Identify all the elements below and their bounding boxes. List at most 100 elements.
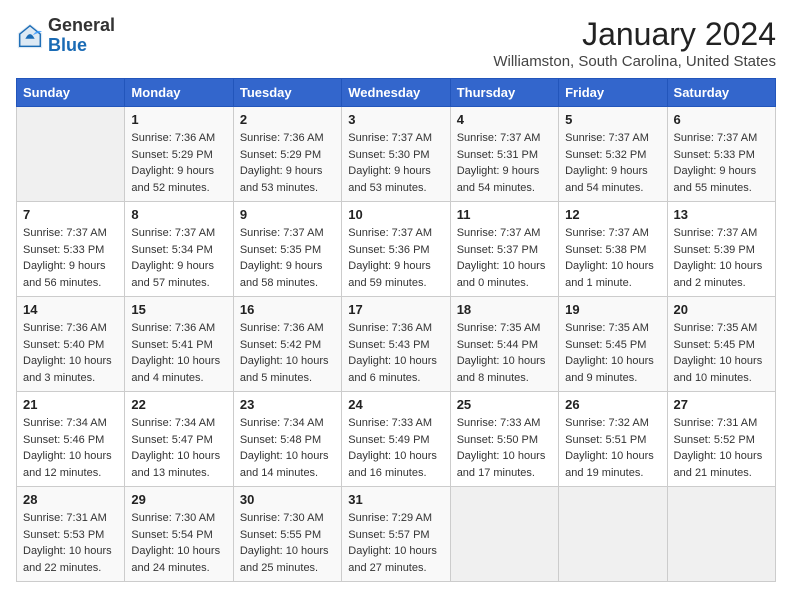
day-cell-0-0 [17, 107, 125, 202]
day-info: Sunrise: 7:35 AMSunset: 5:44 PMDaylight:… [457, 320, 552, 386]
day-info: Sunrise: 7:31 AMSunset: 5:53 PMDaylight:… [23, 510, 118, 576]
week-row-4: 21 Sunrise: 7:34 AMSunset: 5:46 PMDayligh… [17, 392, 776, 487]
logo-blue-text: Blue [48, 35, 87, 55]
header-friday: Friday [559, 79, 667, 107]
day-number: 14 [23, 302, 118, 317]
week-row-5: 28 Sunrise: 7:31 AMSunset: 5:53 PMDayligh… [17, 487, 776, 582]
month-year: January 2024 [493, 16, 776, 53]
calendar-header: Sunday Monday Tuesday Wednesday Thursday… [17, 79, 776, 107]
day-cell-2-6: 20 Sunrise: 7:35 AMSunset: 5:45 PMDayligh… [667, 297, 775, 392]
day-info: Sunrise: 7:29 AMSunset: 5:57 PMDaylight:… [348, 510, 443, 576]
logo-text: General Blue [48, 16, 115, 56]
day-cell-0-2: 2 Sunrise: 7:36 AMSunset: 5:29 PMDaylight… [233, 107, 341, 202]
day-info: Sunrise: 7:36 AMSunset: 5:42 PMDaylight:… [240, 320, 335, 386]
day-number: 27 [674, 397, 769, 412]
day-info: Sunrise: 7:37 AMSunset: 5:33 PMDaylight:… [23, 225, 118, 291]
day-info: Sunrise: 7:36 AMSunset: 5:29 PMDaylight:… [240, 130, 335, 196]
header-sunday: Sunday [17, 79, 125, 107]
day-cell-2-5: 19Sunrise: 7:35 AMSunset: 5:45 PMDayligh… [559, 297, 667, 392]
day-cell-1-3: 10Sunrise: 7:37 AMSunset: 5:36 PMDayligh… [342, 202, 450, 297]
day-cell-3-4: 25 Sunrise: 7:33 AMSunset: 5:50 PMDayligh… [450, 392, 558, 487]
location: Williamston, South Carolina, United Stat… [493, 53, 776, 70]
day-number: 5 [565, 112, 660, 127]
day-number: 13 [674, 207, 769, 222]
day-cell-1-4: 11Sunrise: 7:37 AMSunset: 5:37 PMDayligh… [450, 202, 558, 297]
day-cell-1-0: 7 Sunrise: 7:37 AMSunset: 5:33 PMDaylight… [17, 202, 125, 297]
day-number: 7 [23, 207, 118, 222]
day-info: Sunrise: 7:37 AMSunset: 5:38 PMDaylight:… [565, 225, 660, 291]
day-cell-4-3: 31 Sunrise: 7:29 AMSunset: 5:57 PMDayligh… [342, 487, 450, 582]
day-info: Sunrise: 7:30 AMSunset: 5:54 PMDaylight:… [131, 510, 226, 576]
day-info: Sunrise: 7:35 AMSunset: 5:45 PMDaylight:… [674, 320, 769, 386]
header-wednesday: Wednesday [342, 79, 450, 107]
day-cell-3-0: 21 Sunrise: 7:34 AMSunset: 5:46 PMDayligh… [17, 392, 125, 487]
day-info: Sunrise: 7:34 AMSunset: 5:47 PMDaylight:… [131, 415, 226, 481]
day-number: 23 [240, 397, 335, 412]
day-info: Sunrise: 7:34 AMSunset: 5:46 PMDaylight:… [23, 415, 118, 481]
day-cell-1-6: 13 Sunrise: 7:37 AMSunset: 5:39 PMDayligh… [667, 202, 775, 297]
day-cell-3-5: 26 Sunrise: 7:32 AMSunset: 5:51 PMDayligh… [559, 392, 667, 487]
day-info: Sunrise: 7:37 AMSunset: 5:32 PMDaylight:… [565, 130, 660, 196]
day-number: 15 [131, 302, 226, 317]
day-cell-4-2: 30 Sunrise: 7:30 AMSunset: 5:55 PMDayligh… [233, 487, 341, 582]
header-row: Sunday Monday Tuesday Wednesday Thursday… [17, 79, 776, 107]
day-number: 21 [23, 397, 118, 412]
day-cell-2-2: 16Sunrise: 7:36 AMSunset: 5:42 PMDayligh… [233, 297, 341, 392]
day-info: Sunrise: 7:36 AMSunset: 5:43 PMDaylight:… [348, 320, 443, 386]
day-number: 29 [131, 492, 226, 507]
day-info: Sunrise: 7:36 AMSunset: 5:41 PMDaylight:… [131, 320, 226, 386]
day-cell-4-4 [450, 487, 558, 582]
calendar-table: Sunday Monday Tuesday Wednesday Thursday… [16, 78, 776, 582]
page-header: General Blue January 2024 Williamston, S… [16, 16, 776, 70]
day-info: Sunrise: 7:30 AMSunset: 5:55 PMDaylight:… [240, 510, 335, 576]
day-info: Sunrise: 7:32 AMSunset: 5:51 PMDaylight:… [565, 415, 660, 481]
day-number: 26 [565, 397, 660, 412]
week-row-1: 1 Sunrise: 7:36 AMSunset: 5:29 PMDaylight… [17, 107, 776, 202]
logo-general-text: General [48, 15, 115, 35]
day-cell-3-6: 27 Sunrise: 7:31 AMSunset: 5:52 PMDayligh… [667, 392, 775, 487]
day-number: 18 [457, 302, 552, 317]
day-number: 22 [131, 397, 226, 412]
day-cell-1-5: 12Sunrise: 7:37 AMSunset: 5:38 PMDayligh… [559, 202, 667, 297]
week-row-3: 14Sunrise: 7:36 AMSunset: 5:40 PMDayligh… [17, 297, 776, 392]
day-cell-0-4: 4Sunrise: 7:37 AMSunset: 5:31 PMDaylight… [450, 107, 558, 202]
day-info: Sunrise: 7:31 AMSunset: 5:52 PMDaylight:… [674, 415, 769, 481]
day-info: Sunrise: 7:35 AMSunset: 5:45 PMDaylight:… [565, 320, 660, 386]
day-cell-4-6 [667, 487, 775, 582]
day-cell-1-1: 8 Sunrise: 7:37 AMSunset: 5:34 PMDaylight… [125, 202, 233, 297]
day-cell-4-0: 28 Sunrise: 7:31 AMSunset: 5:53 PMDayligh… [17, 487, 125, 582]
day-cell-1-2: 9Sunrise: 7:37 AMSunset: 5:35 PMDaylight… [233, 202, 341, 297]
day-number: 28 [23, 492, 118, 507]
calendar-body: 1 Sunrise: 7:36 AMSunset: 5:29 PMDaylight… [17, 107, 776, 582]
day-number: 1 [131, 112, 226, 127]
day-info: Sunrise: 7:37 AMSunset: 5:30 PMDaylight:… [348, 130, 443, 196]
day-number: 10 [348, 207, 443, 222]
day-cell-4-1: 29 Sunrise: 7:30 AMSunset: 5:54 PMDayligh… [125, 487, 233, 582]
day-cell-0-6: 6Sunrise: 7:37 AMSunset: 5:33 PMDaylight… [667, 107, 775, 202]
day-info: Sunrise: 7:37 AMSunset: 5:37 PMDaylight:… [457, 225, 552, 291]
day-cell-3-2: 23Sunrise: 7:34 AMSunset: 5:48 PMDayligh… [233, 392, 341, 487]
day-number: 20 [674, 302, 769, 317]
day-number: 2 [240, 112, 335, 127]
day-number: 30 [240, 492, 335, 507]
day-cell-3-1: 22 Sunrise: 7:34 AMSunset: 5:47 PMDayligh… [125, 392, 233, 487]
day-number: 17 [348, 302, 443, 317]
header-tuesday: Tuesday [233, 79, 341, 107]
day-number: 31 [348, 492, 443, 507]
day-info: Sunrise: 7:33 AMSunset: 5:49 PMDaylight:… [348, 415, 443, 481]
day-number: 25 [457, 397, 552, 412]
day-number: 8 [131, 207, 226, 222]
day-cell-4-5 [559, 487, 667, 582]
day-info: Sunrise: 7:37 AMSunset: 5:39 PMDaylight:… [674, 225, 769, 291]
day-cell-0-5: 5 Sunrise: 7:37 AMSunset: 5:32 PMDaylight… [559, 107, 667, 202]
logo: General Blue [16, 16, 115, 56]
day-info: Sunrise: 7:37 AMSunset: 5:35 PMDaylight:… [240, 225, 335, 291]
day-info: Sunrise: 7:37 AMSunset: 5:33 PMDaylight:… [674, 130, 769, 196]
day-info: Sunrise: 7:33 AMSunset: 5:50 PMDaylight:… [457, 415, 552, 481]
day-number: 3 [348, 112, 443, 127]
day-info: Sunrise: 7:36 AMSunset: 5:29 PMDaylight:… [131, 130, 226, 196]
day-cell-2-0: 14Sunrise: 7:36 AMSunset: 5:40 PMDayligh… [17, 297, 125, 392]
title-block: January 2024 Williamston, South Carolina… [493, 16, 776, 70]
day-info: Sunrise: 7:37 AMSunset: 5:34 PMDaylight:… [131, 225, 226, 291]
day-cell-2-1: 15 Sunrise: 7:36 AMSunset: 5:41 PMDayligh… [125, 297, 233, 392]
